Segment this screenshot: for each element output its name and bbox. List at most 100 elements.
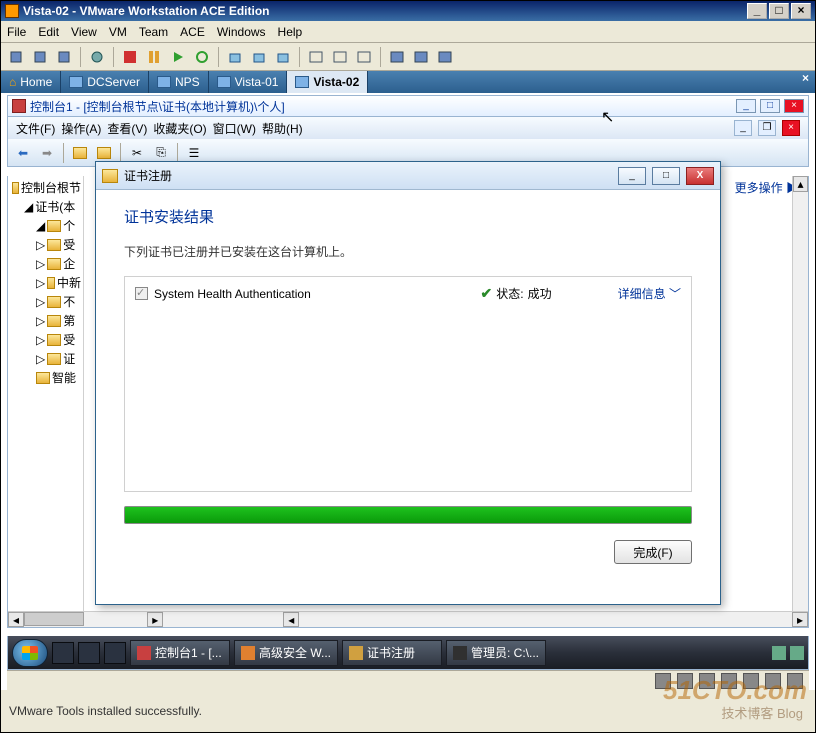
- tab-vista02[interactable]: Vista-02: [287, 71, 368, 93]
- unity-icon[interactable]: [434, 46, 456, 68]
- power-on-icon[interactable]: [5, 46, 27, 68]
- footer-status: VMware Tools installed successfully.: [9, 704, 202, 718]
- tree-folder[interactable]: ▷中新: [10, 273, 81, 292]
- tray-icon[interactable]: [790, 646, 804, 660]
- tray-icon[interactable]: [772, 646, 786, 660]
- mmc-menu-window[interactable]: 窗口(W): [213, 120, 256, 137]
- task-cert[interactable]: 证书注册: [342, 640, 442, 666]
- device-icon[interactable]: [787, 673, 803, 689]
- menu-edit[interactable]: Edit: [38, 25, 59, 39]
- scroll-left-icon[interactable]: ◂: [8, 612, 24, 627]
- fullscreen-icon[interactable]: [386, 46, 408, 68]
- quicklaunch-icon[interactable]: [78, 642, 100, 664]
- task-firewall[interactable]: 高级安全 W...: [234, 640, 338, 666]
- device-icon[interactable]: [677, 673, 693, 689]
- vertical-scrollbar[interactable]: ▴: [792, 176, 808, 611]
- detail-link[interactable]: 详细信息 ﹀: [618, 285, 681, 302]
- dialog-maximize-button[interactable]: □: [652, 167, 680, 185]
- tree-folder[interactable]: ▷证: [10, 349, 81, 368]
- more-actions-link[interactable]: 更多操作: [735, 181, 783, 195]
- start-button[interactable]: [12, 639, 48, 667]
- mmc-minimize-button[interactable]: _: [736, 99, 756, 113]
- back-icon[interactable]: ⬅: [12, 142, 34, 164]
- snapshot-revert-icon[interactable]: [248, 46, 270, 68]
- folder-up-icon[interactable]: [69, 142, 91, 164]
- pause-icon[interactable]: [143, 46, 165, 68]
- mmc-menu-fav[interactable]: 收藏夹(O): [153, 120, 206, 137]
- dialog-close-button[interactable]: X: [686, 167, 714, 185]
- snapshot-icon[interactable]: [86, 46, 108, 68]
- mmc-menu-help[interactable]: 帮助(H): [262, 120, 303, 137]
- folder-icon: [47, 277, 55, 289]
- task-cmd[interactable]: 管理员: C:\...: [446, 640, 546, 666]
- menu-windows[interactable]: Windows: [217, 25, 266, 39]
- scroll-left2-icon[interactable]: ◂: [283, 612, 299, 627]
- tab-close-icon[interactable]: ×: [796, 71, 815, 93]
- tree-folder[interactable]: ▷企: [10, 254, 81, 273]
- tree-folder[interactable]: 智能: [10, 368, 81, 387]
- dialog-titlebar: 证书注册 _ □ X: [96, 162, 720, 190]
- tab-nps[interactable]: NPS: [149, 71, 209, 93]
- close-button[interactable]: ×: [791, 3, 811, 19]
- snapshot-take-icon[interactable]: [224, 46, 246, 68]
- quickswitch-icon[interactable]: [410, 46, 432, 68]
- stop-icon[interactable]: [119, 46, 141, 68]
- horizontal-scrollbar[interactable]: ◂ ▸ ◂ ▸: [8, 611, 808, 627]
- mmc-child-restore[interactable]: ❐: [758, 120, 776, 136]
- reset-icon[interactable]: [191, 46, 213, 68]
- menu-help[interactable]: Help: [278, 25, 303, 39]
- forward-icon[interactable]: ➡: [36, 142, 58, 164]
- view-summary-icon[interactable]: [329, 46, 351, 68]
- scroll-up-icon[interactable]: ▴: [793, 176, 808, 192]
- mmc-menu-action[interactable]: 操作(A): [61, 120, 101, 137]
- tree-root[interactable]: 控制台根节: [10, 178, 81, 197]
- task-console[interactable]: 控制台1 - [...: [130, 640, 230, 666]
- menu-team[interactable]: Team: [139, 25, 168, 39]
- device-icon[interactable]: [699, 673, 715, 689]
- mmc-child-close[interactable]: ×: [782, 120, 800, 136]
- finish-button[interactable]: 完成(F): [614, 540, 692, 564]
- suspend-icon[interactable]: [53, 46, 75, 68]
- dialog-minimize-button[interactable]: _: [618, 167, 646, 185]
- menu-view[interactable]: View: [71, 25, 97, 39]
- folder-icon: [47, 258, 61, 270]
- device-icon[interactable]: [721, 673, 737, 689]
- scroll-right2-icon[interactable]: ▸: [792, 612, 808, 627]
- tree-cert[interactable]: ◢证书(本: [10, 197, 81, 216]
- mmc-maximize-button[interactable]: □: [760, 99, 780, 113]
- power-off-icon[interactable]: [29, 46, 51, 68]
- quicklaunch-icon[interactable]: [104, 642, 126, 664]
- device-icon[interactable]: [765, 673, 781, 689]
- quicklaunch-icon[interactable]: [52, 642, 74, 664]
- tree-folder[interactable]: ▷不: [10, 292, 81, 311]
- tab-dcserver[interactable]: DCServer: [61, 71, 149, 93]
- menu-vm[interactable]: VM: [109, 25, 127, 39]
- play-icon[interactable]: [167, 46, 189, 68]
- view-appliance-icon[interactable]: [353, 46, 375, 68]
- tab-label: DCServer: [87, 75, 140, 89]
- mmc-menu-view[interactable]: 查看(V): [107, 120, 147, 137]
- scroll-right-icon[interactable]: ▸: [147, 612, 163, 627]
- scroll-thumb[interactable]: [24, 612, 84, 626]
- mmc-close-button[interactable]: ×: [784, 99, 804, 113]
- mmc-child-minimize[interactable]: _: [734, 120, 752, 136]
- tab-vista01[interactable]: Vista-01: [209, 71, 288, 93]
- tree-folder[interactable]: ▷第: [10, 311, 81, 330]
- tab-home[interactable]: ⌂Home: [1, 71, 61, 93]
- tree-folder[interactable]: ◢个: [10, 216, 81, 235]
- footer-statusbar: VMware Tools installed successfully.: [1, 690, 815, 732]
- menu-ace[interactable]: ACE: [180, 25, 205, 39]
- snapshot-manage-icon[interactable]: [272, 46, 294, 68]
- minimize-button[interactable]: _: [747, 3, 767, 19]
- mmc-menu-file[interactable]: 文件(F): [16, 120, 55, 137]
- maximize-button[interactable]: □: [769, 3, 789, 19]
- folder-icon: [47, 296, 61, 308]
- device-icon[interactable]: [743, 673, 759, 689]
- device-icon[interactable]: [655, 673, 671, 689]
- task-icon: [241, 646, 255, 660]
- menu-file[interactable]: File: [7, 25, 26, 39]
- expand-icon: ◢: [24, 200, 33, 214]
- tree-folder[interactable]: ▷受: [10, 235, 81, 254]
- view-console-icon[interactable]: [305, 46, 327, 68]
- tree-folder[interactable]: ▷受: [10, 330, 81, 349]
